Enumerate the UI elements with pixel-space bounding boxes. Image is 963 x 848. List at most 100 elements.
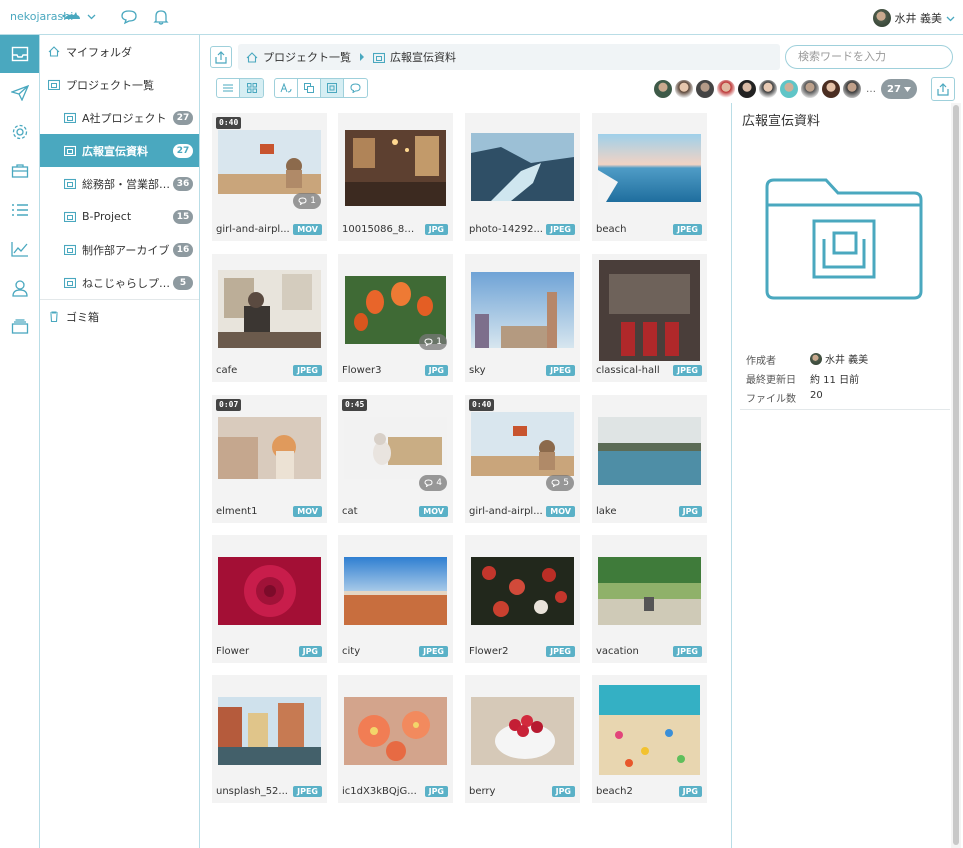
rail-item-cards[interactable] (0, 308, 39, 346)
tree-item-projects[interactable]: プロジェクト一覧 (40, 68, 199, 101)
file-name: classical-hall (596, 365, 660, 376)
file-type-badge: JPG (424, 786, 448, 797)
avatar (810, 352, 822, 365)
file-card[interactable]: Flower2 JPEG (465, 535, 580, 663)
list-icon (223, 84, 233, 92)
tree-item-label: プロジェクト一覧 (66, 78, 154, 92)
avatar[interactable] (843, 80, 861, 98)
grid-view-button[interactable] (240, 79, 263, 97)
thumbnail-girl-airplane (218, 130, 321, 194)
file-card[interactable]: sky JPEG (465, 254, 580, 382)
member-count: 27 (887, 83, 901, 95)
file-card[interactable]: city JPEG (338, 535, 453, 663)
tree-item-my-folder[interactable]: マイフォルダ (40, 35, 199, 68)
file-card[interactable]: classical-hall JPEG (592, 254, 707, 382)
file-card[interactable]: berry JPG (465, 675, 580, 803)
name-sort-button[interactable] (275, 79, 298, 97)
file-type-badge: MOV (293, 224, 322, 235)
comment-number: 1 (310, 196, 316, 206)
scrollbar-thumb[interactable] (953, 105, 959, 845)
bell-icon[interactable] (152, 8, 170, 26)
avatar[interactable] (717, 80, 735, 98)
file-card[interactable]: Flower JPG (212, 535, 327, 663)
file-card[interactable]: ic1dX3kBQjG... JPG (338, 675, 453, 803)
file-name: girl-and-airpl... (216, 224, 290, 235)
file-type-badge: MOV (293, 506, 322, 517)
tree-item-project[interactable]: A社プロジェクト 27 (40, 101, 199, 134)
file-card[interactable]: 0:07 elment1 MOV (212, 395, 327, 523)
file-card[interactable]: beach2 JPG (592, 675, 707, 803)
member-count-button[interactable]: 27 (881, 79, 917, 99)
rail-item-send[interactable] (0, 74, 39, 112)
thumbnail-city (344, 557, 447, 625)
thumbnail-view-button[interactable] (321, 79, 344, 97)
file-name: unsplash_52... (216, 786, 288, 797)
comment-icon (424, 479, 433, 487)
rail-item-inbox[interactable] (0, 35, 39, 73)
rail-item-users[interactable] (0, 269, 39, 307)
grid-icon (246, 83, 257, 93)
rail-item-settings[interactable] (0, 113, 39, 151)
copy-view-button[interactable] (298, 79, 321, 97)
file-card[interactable]: cafe JPEG (212, 254, 327, 382)
rail-item-analytics[interactable] (0, 230, 39, 268)
thumbnail-park (598, 557, 701, 625)
file-type-badge: JPEG (546, 646, 575, 657)
file-card[interactable]: photo-14292... JPEG (465, 113, 580, 241)
avatar[interactable] (801, 80, 819, 98)
avatar[interactable] (738, 80, 756, 98)
chevron-down-icon[interactable] (87, 12, 96, 21)
more-members: … (866, 83, 876, 95)
avatar[interactable] (780, 80, 798, 98)
comment-view-button[interactable] (344, 79, 367, 97)
file-name: beach (596, 224, 627, 235)
thumbnail-cat (344, 417, 447, 479)
thumbnail-classical-hall (599, 260, 700, 361)
list-view-button[interactable] (217, 79, 240, 97)
top-bar: nekojarashi 水井 義美 (0, 0, 963, 35)
file-card[interactable]: 10015086_81... JPG (338, 113, 453, 241)
tree-item-project[interactable]: B-Project 15 (40, 200, 199, 233)
file-card[interactable]: beach JPEG (592, 113, 707, 241)
avatar[interactable] (759, 80, 777, 98)
file-type-badge: JPEG (673, 646, 702, 657)
thumbnail-cafe (218, 270, 321, 348)
breadcrumb-root[interactable]: プロジェクト一覧 (263, 49, 351, 65)
avatar[interactable] (675, 80, 693, 98)
file-card[interactable]: 0:40 1 girl-and-airpl... MOV (212, 113, 327, 241)
folder-icon (64, 244, 76, 255)
file-card[interactable]: lake JPG (592, 395, 707, 523)
tree-item-project[interactable]: 総務部・営業部共有 36 (40, 167, 199, 200)
search-input[interactable]: 検索ワードを入力 (785, 45, 953, 69)
comment-count: 1 (419, 334, 447, 350)
file-name: girl-and-airpl... (469, 506, 543, 517)
tree-item-label: 総務部・営業部共有 (82, 177, 173, 191)
file-name: berry (469, 786, 496, 797)
file-card[interactable]: 0:40 5 girl-and-airpl... MOV (465, 395, 580, 523)
file-card[interactable]: vacation JPEG (592, 535, 707, 663)
upload-button[interactable] (210, 46, 232, 68)
tree-item-label: ゴミ箱 (66, 310, 99, 324)
tree-item-project[interactable]: 制作部アーカイブ 16 (40, 233, 199, 266)
file-card[interactable]: unsplash_52... JPEG (212, 675, 327, 803)
duration-badge: 0:07 (216, 399, 242, 411)
user-menu[interactable]: 水井 義美 (872, 8, 956, 28)
avatar[interactable] (822, 80, 840, 98)
rail-item-list[interactable] (0, 191, 39, 229)
thumbnail-street (218, 417, 321, 479)
file-name: elment1 (216, 506, 258, 517)
tree-item-trash[interactable]: ゴミ箱 (40, 300, 199, 333)
avatar[interactable] (654, 80, 672, 98)
avatar[interactable] (696, 80, 714, 98)
divider (740, 409, 950, 410)
share-button[interactable] (931, 77, 955, 101)
file-type-badge: JPEG (546, 224, 575, 235)
file-card[interactable]: 0:45 4 cat MOV (338, 395, 453, 523)
tree-item-project[interactable]: ねこじゃらしプロジェクト 5 (40, 266, 199, 299)
chat-icon[interactable] (120, 8, 138, 26)
comment-number: 4 (436, 478, 442, 488)
tree-item-project-selected[interactable]: 広報宣伝資料 27 (40, 134, 199, 167)
file-card[interactable]: 1 Flower3 JPG (338, 254, 453, 382)
display-toggle (274, 78, 368, 98)
rail-item-briefcase[interactable] (0, 152, 39, 190)
